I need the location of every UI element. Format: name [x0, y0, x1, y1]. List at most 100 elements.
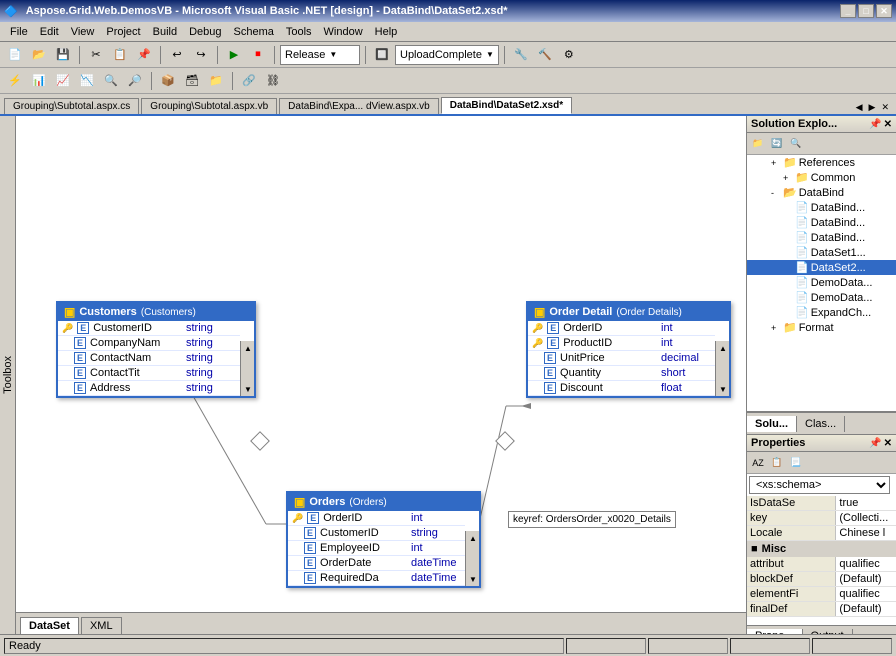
tb-icon2[interactable]: 🔧 [510, 44, 532, 66]
tree-databind3[interactable]: 📄 DataBind... [747, 230, 896, 245]
menu-build[interactable]: Build [147, 24, 183, 40]
close-icon-prop[interactable]: ✕ [884, 438, 892, 449]
tab-close[interactable]: ✕ [878, 101, 892, 114]
tree-dataset1[interactable]: 📄 DataSet1... [747, 245, 896, 260]
prop-tab-props[interactable]: Prope... [747, 629, 803, 635]
orders-scroll-down[interactable]: ▼ [466, 572, 480, 586]
orders-scroll-up[interactable]: ▲ [466, 531, 480, 545]
tree-common[interactable]: + 📁 Common [747, 170, 896, 185]
tab-next[interactable]: ▶ [866, 101, 879, 114]
tree-expandch[interactable]: 📄 ExpandCh... [747, 305, 896, 320]
menu-debug[interactable]: Debug [183, 24, 227, 40]
open-button[interactable]: 📂 [28, 44, 50, 66]
tab-1[interactable]: Grouping\Subtotal.aspx.vb [141, 98, 277, 114]
prop-pages[interactable]: 📃 [787, 454, 805, 472]
run-button[interactable]: ▶ [223, 44, 245, 66]
menu-view[interactable]: View [65, 24, 101, 40]
tab-3[interactable]: DataBind\DataSet2.xsd* [441, 97, 572, 114]
prop-val-blockdef[interactable]: (Default) [836, 572, 896, 586]
tb2-btn4[interactable]: 📉 [76, 70, 98, 92]
tab-prev[interactable]: ◀ [853, 101, 866, 114]
tb-icon1[interactable]: 🔲 [371, 44, 393, 66]
tb-icon3[interactable]: 🔨 [534, 44, 556, 66]
maximize-button[interactable]: □ [858, 4, 874, 18]
cut-button[interactable]: ✂ [85, 44, 107, 66]
menu-file[interactable]: File [4, 24, 34, 40]
copy-button[interactable]: 📋 [109, 44, 131, 66]
prop-sort-cat[interactable]: 📋 [768, 454, 786, 472]
prop-tab-output[interactable]: Output [803, 629, 853, 635]
customers-table[interactable]: ▣ Customers (Customers) 🔑 E CustomerID s… [56, 301, 256, 398]
menu-help[interactable]: Help [369, 24, 404, 40]
sol-btn2[interactable]: 🔄 [768, 135, 786, 153]
od-scrollbar[interactable]: ▲ ▼ [715, 341, 729, 396]
close-button[interactable]: ✕ [876, 4, 892, 18]
customers-scroll-up[interactable]: ▲ [241, 341, 255, 355]
xml-tab[interactable]: XML [81, 617, 122, 634]
tree-databind2[interactable]: 📄 DataBind... [747, 215, 896, 230]
tree-format[interactable]: + 📁 Format [747, 320, 896, 335]
tree-demodata1[interactable]: 📄 DemoData... [747, 275, 896, 290]
tab-2[interactable]: DataBind\Expa... dView.aspx.vb [279, 98, 439, 114]
tb2-btn9[interactable]: 📁 [205, 70, 227, 92]
order-details-table[interactable]: ▣ Order Detail (Order Details) 🔑 E Order… [526, 301, 731, 398]
save-button[interactable]: 💾 [52, 44, 74, 66]
prop-element-select[interactable]: <xs:schema> [749, 476, 890, 494]
expand-common[interactable]: + [783, 173, 795, 183]
section-expand-misc[interactable]: ■ [751, 543, 758, 555]
prop-val-elementfi[interactable]: qualifiec [836, 587, 896, 601]
tb2-btn8[interactable]: 🗃 [181, 70, 203, 92]
menu-window[interactable]: Window [318, 24, 369, 40]
tree-databind1[interactable]: 📄 DataBind... [747, 200, 896, 215]
menu-tools[interactable]: Tools [280, 24, 318, 40]
close-icon[interactable]: ✕ [884, 119, 892, 130]
prop-sort-alpha[interactable]: AZ [749, 454, 767, 472]
tb2-btn2[interactable]: 📊 [28, 70, 50, 92]
stop-button[interactable]: ⏹ [247, 44, 269, 66]
customers-scrollbar[interactable]: ▲ ▼ [240, 341, 254, 396]
pin-icon[interactable]: 📌 [869, 119, 881, 130]
tb2-btn10[interactable]: 🔗 [238, 70, 260, 92]
tb2-btn7[interactable]: 📦 [157, 70, 179, 92]
new-button[interactable]: 📄 [4, 44, 26, 66]
side-tab-solution[interactable]: Solu... [747, 416, 797, 432]
tb2-btn3[interactable]: 📈 [52, 70, 74, 92]
upload-dropdown[interactable]: UploadComplete ▼ [395, 45, 499, 65]
tree-dataset2[interactable]: 📄 DataSet2... [747, 260, 896, 275]
sol-btn3[interactable]: 🔍 [787, 135, 805, 153]
tb2-btn11[interactable]: ⛓ [262, 70, 284, 92]
tab-0[interactable]: Grouping\Subtotal.aspx.cs [4, 98, 139, 114]
tree-references[interactable]: + 📁 References [747, 155, 896, 170]
menu-project[interactable]: Project [100, 24, 146, 40]
tb-icon4[interactable]: ⚙ [558, 44, 580, 66]
pin-icon-prop[interactable]: 📌 [869, 438, 881, 449]
sol-btn1[interactable]: 📁 [749, 135, 767, 153]
paste-button[interactable]: 📌 [133, 44, 155, 66]
prop-val-attribut[interactable]: qualifiec [836, 557, 896, 571]
undo-button[interactable]: ↩ [166, 44, 188, 66]
redo-button[interactable]: ↪ [190, 44, 212, 66]
od-scroll-up[interactable]: ▲ [716, 341, 730, 355]
menu-schema[interactable]: Schema [228, 24, 280, 40]
expand-databind[interactable]: - [771, 188, 783, 198]
minimize-button[interactable]: _ [840, 4, 856, 18]
expand-references[interactable]: + [771, 158, 783, 168]
orders-scrollbar[interactable]: ▲ ▼ [465, 531, 479, 586]
dataset-tab[interactable]: DataSet [20, 617, 79, 634]
prop-val-finaldef[interactable]: (Default) [836, 602, 896, 616]
prop-val-isdatase[interactable]: true [836, 496, 896, 510]
prop-val-locale[interactable]: Chinese l [836, 526, 896, 540]
config-dropdown[interactable]: Release ▼ [280, 45, 360, 65]
tree-demodata2[interactable]: 📄 DemoData... [747, 290, 896, 305]
menu-edit[interactable]: Edit [34, 24, 65, 40]
side-tab-class[interactable]: Clas... [797, 416, 845, 432]
expand-format[interactable]: + [771, 323, 783, 333]
tb2-btn6[interactable]: 🔎 [124, 70, 146, 92]
prop-val-key[interactable]: (Collecti... [836, 511, 896, 525]
design-canvas[interactable]: ▣ Customers (Customers) 🔑 E CustomerID s… [16, 116, 746, 634]
customers-scroll-down[interactable]: ▼ [241, 382, 255, 396]
orders-table[interactable]: ▣ Orders (Orders) 🔑 E OrderID int E Cust… [286, 491, 481, 588]
od-scroll-down[interactable]: ▼ [716, 382, 730, 396]
tree-databind[interactable]: - 📂 DataBind [747, 185, 896, 200]
tb2-btn5[interactable]: 🔍 [100, 70, 122, 92]
